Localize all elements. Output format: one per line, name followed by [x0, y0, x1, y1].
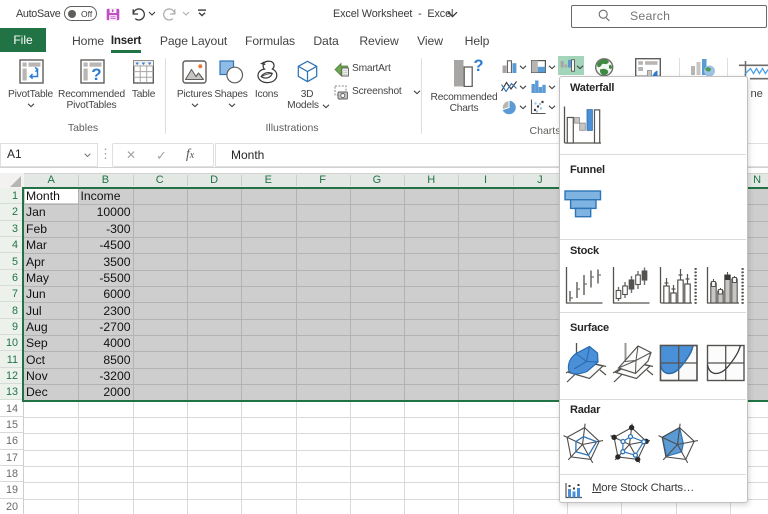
svg-text:?: ? — [473, 57, 483, 75]
svg-text:?: ? — [91, 65, 101, 84]
